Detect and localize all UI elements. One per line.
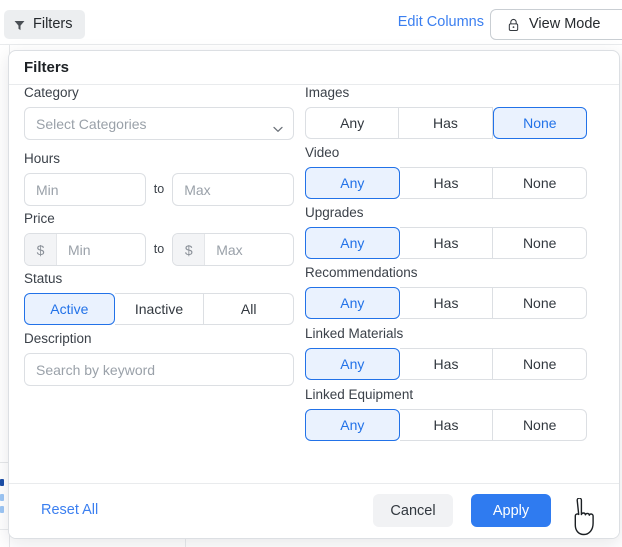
hours-max-placeholder: Max <box>173 174 293 205</box>
category-label: Category <box>24 85 294 101</box>
linked-equipment-option-any[interactable]: Any <box>305 409 400 441</box>
field-linked-equipment: Linked Equipment Any Has None <box>305 387 587 441</box>
field-video: Video Any Has None <box>305 145 587 199</box>
field-images: Images Any Has None <box>305 85 587 139</box>
images-option-any[interactable]: Any <box>305 107 399 139</box>
status-option-inactive[interactable]: Inactive <box>115 293 205 325</box>
status-toggle-group: Active Inactive All <box>24 293 294 325</box>
recommendations-toggle-group: Any Has None <box>305 287 587 319</box>
upgrades-option-any[interactable]: Any <box>305 227 400 259</box>
linked-equipment-toggle-group: Any Has None <box>305 409 587 441</box>
filters-panel-header: Filters <box>9 51 619 85</box>
video-toggle-group: Any Has None <box>305 167 587 199</box>
price-range-separator: to <box>154 243 164 256</box>
field-status: Status Active Inactive All <box>24 271 294 325</box>
hours-max-input[interactable]: Max <box>172 173 294 206</box>
funnel-icon <box>14 19 25 30</box>
edit-columns-link[interactable]: Edit Columns <box>398 12 484 32</box>
images-option-has[interactable]: Has <box>399 107 492 139</box>
screen-root: Filters Edit Columns View Mode Filters <box>0 0 622 547</box>
hours-label: Hours <box>24 151 294 167</box>
field-linked-materials: Linked Materials Any Has None <box>305 326 587 380</box>
field-hours: Hours Min to Max <box>24 151 294 206</box>
apply-button[interactable]: Apply <box>471 494 551 527</box>
description-label: Description <box>24 331 294 347</box>
upgrades-toggle-group: Any Has None <box>305 227 587 259</box>
images-toggle-group: Any Has None <box>305 107 587 139</box>
filters-panel: Filters Category Select Categories <box>8 50 620 539</box>
filters-button[interactable]: Filters <box>4 10 85 39</box>
video-label: Video <box>305 145 587 161</box>
status-option-all[interactable]: All <box>204 293 294 325</box>
linked-materials-option-none[interactable]: None <box>493 348 587 380</box>
video-option-none[interactable]: None <box>493 167 587 199</box>
filters-button-label: Filters <box>33 17 72 32</box>
images-label: Images <box>305 85 587 101</box>
upgrades-option-none[interactable]: None <box>493 227 587 259</box>
cancel-button[interactable]: Cancel <box>373 494 453 527</box>
field-recommendations: Recommendations Any Has None <box>305 265 587 319</box>
reset-all-link[interactable]: Reset All <box>41 502 98 519</box>
price-min-input[interactable]: $ Min <box>24 233 146 266</box>
recommendations-label: Recommendations <box>305 265 587 281</box>
field-upgrades: Upgrades Any Has None <box>305 205 587 259</box>
description-placeholder: Search by keyword <box>36 362 155 378</box>
linked-equipment-option-none[interactable]: None <box>493 409 587 441</box>
background-list-marker <box>0 479 4 486</box>
hours-range-separator: to <box>154 183 164 196</box>
status-option-active[interactable]: Active <box>24 293 115 325</box>
field-price: Price $ Min to $ Max <box>24 211 294 266</box>
price-max-input[interactable]: $ Max <box>172 233 294 266</box>
hours-range-row: Min to Max <box>24 173 294 206</box>
top-toolbar: Filters Edit Columns View Mode <box>0 0 622 45</box>
currency-icon: $ <box>173 234 205 265</box>
price-range-row: $ Min to $ Max <box>24 233 294 266</box>
price-max-placeholder: Max <box>205 234 293 265</box>
hours-min-placeholder: Min <box>25 174 145 205</box>
linked-equipment-option-has[interactable]: Has <box>400 409 494 441</box>
linked-materials-label: Linked Materials <box>305 326 587 342</box>
recommendations-option-has[interactable]: Has <box>400 287 494 319</box>
linked-materials-option-has[interactable]: Has <box>400 348 494 380</box>
background-list-marker <box>0 494 4 501</box>
lock-icon <box>507 18 520 32</box>
category-select[interactable]: Select Categories <box>24 107 294 140</box>
description-search-input[interactable]: Search by keyword <box>24 353 294 386</box>
category-select-value: Select Categories <box>36 116 147 133</box>
currency-icon: $ <box>25 234 57 265</box>
recommendations-option-none[interactable]: None <box>493 287 587 319</box>
view-mode-button[interactable]: View Mode <box>490 9 622 40</box>
filters-panel-body: Category Select Categories Hours <box>9 85 619 483</box>
field-description: Description Search by keyword <box>24 331 294 386</box>
hours-min-input[interactable]: Min <box>24 173 146 206</box>
images-option-none[interactable]: None <box>493 107 587 139</box>
video-option-any[interactable]: Any <box>305 167 400 199</box>
upgrades-option-has[interactable]: Has <box>400 227 494 259</box>
chevron-down-icon <box>273 120 283 127</box>
linked-materials-option-any[interactable]: Any <box>305 348 400 380</box>
price-label: Price <box>24 211 294 227</box>
filters-panel-title: Filters <box>24 59 69 77</box>
background-list-marker <box>0 506 4 513</box>
linked-materials-toggle-group: Any Has None <box>305 348 587 380</box>
video-option-has[interactable]: Has <box>400 167 494 199</box>
linked-equipment-label: Linked Equipment <box>305 387 587 403</box>
upgrades-label: Upgrades <box>305 205 587 221</box>
view-mode-label: View Mode <box>529 17 600 32</box>
field-category: Category Select Categories <box>24 85 294 140</box>
price-min-placeholder: Min <box>57 234 145 265</box>
filters-panel-footer: Reset All Cancel Apply <box>9 483 619 538</box>
status-label: Status <box>24 271 294 287</box>
recommendations-option-any[interactable]: Any <box>305 287 400 319</box>
toolbar-divider <box>0 44 622 45</box>
